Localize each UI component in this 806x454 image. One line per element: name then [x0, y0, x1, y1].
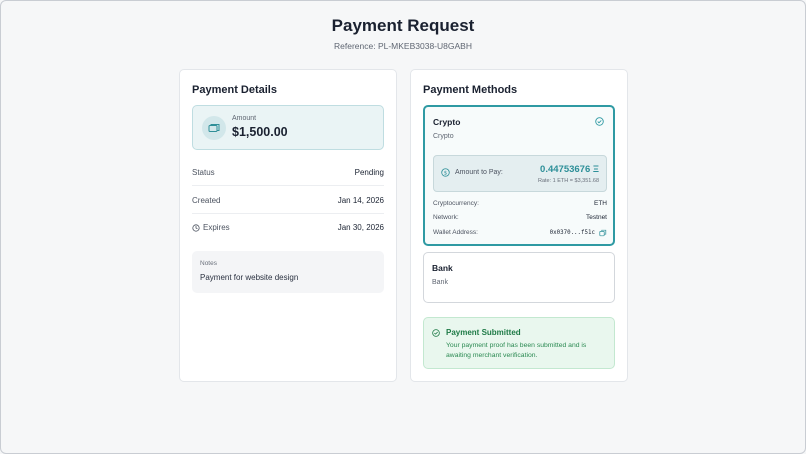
amount-to-pay-label: Amount to Pay: [455, 169, 503, 176]
check-circle-icon [432, 329, 440, 337]
dollar-circle-icon: $ [441, 168, 450, 177]
clock-icon [192, 223, 200, 232]
network-value: Testnet [586, 214, 607, 221]
wallet-icon [202, 116, 226, 140]
payment-details-card: Payment Details Amount $1,500.00 Status … [179, 69, 397, 382]
amount-label: Amount [232, 115, 257, 122]
expires-row: Expires Jan 30, 2026 [192, 223, 384, 237]
crypto-amount: 0.44753676 Ξ [540, 164, 599, 175]
payment-details-title: Payment Details [192, 84, 277, 96]
wallet-address-row: Wallet Address: 0x0370...f51c [433, 229, 607, 239]
expires-label: Expires [203, 223, 230, 232]
created-row: Created Jan 14, 2026 [192, 196, 384, 210]
payment-methods-title: Payment Methods [423, 84, 518, 96]
created-value: Jan 14, 2026 [337, 196, 384, 205]
crypto-method-sub: Crypto [433, 133, 454, 140]
payment-submitted-alert: Payment Submitted Your payment proof has… [423, 317, 615, 369]
window-frame [0, 0, 806, 454]
bank-method-option[interactable]: Bank Bank [423, 252, 615, 303]
status-row: Status Pending [192, 168, 384, 182]
cryptocurrency-label: Cryptocurrency: [433, 200, 479, 207]
crypto-method-option[interactable]: Crypto Crypto $ Amount to Pay: 0.4475367… [423, 105, 615, 246]
created-label: Created [192, 196, 221, 205]
svg-text:$: $ [444, 170, 447, 176]
status-value: Pending [354, 168, 384, 177]
payment-submitted-title: Payment Submitted [446, 328, 521, 337]
network-label: Network: [433, 214, 459, 221]
payment-methods-card: Payment Methods Crypto Crypto $ Amount t… [410, 69, 628, 382]
network-row: Network: Testnet [433, 214, 607, 224]
copy-icon[interactable] [599, 229, 607, 237]
amount-value: $1,500.00 [232, 125, 288, 139]
cryptocurrency-row: Cryptocurrency: ETH [433, 200, 607, 210]
cryptocurrency-value: ETH [594, 200, 607, 207]
expires-value: Jan 30, 2026 [337, 223, 384, 232]
status-label: Status [192, 168, 215, 177]
reference-text: Reference: PL-MKEB3038-U8GABH [334, 41, 472, 51]
notes-box: Notes Payment for website design [192, 251, 384, 293]
bank-method-name: Bank [432, 263, 453, 273]
divider [192, 185, 384, 186]
amount-to-pay-box: $ Amount to Pay: 0.44753676 Ξ Rate: 1 ET… [433, 155, 607, 192]
notes-label: Notes [200, 260, 217, 267]
notes-text: Payment for website design [200, 273, 299, 282]
payment-submitted-text: Your payment proof has been submitted an… [446, 342, 587, 359]
crypto-method-name: Crypto [433, 117, 461, 127]
wallet-address-value: 0x0370...f51c [549, 230, 595, 236]
wallet-address-label: Wallet Address: [433, 229, 478, 236]
amount-box: Amount $1,500.00 [192, 105, 384, 150]
page-title: Payment Request [331, 16, 475, 35]
exchange-rate: Rate: 1 ETH = $3,351.68 [538, 178, 599, 184]
divider [192, 213, 384, 214]
check-circle-icon [595, 117, 604, 126]
bank-method-sub: Bank [432, 279, 448, 286]
